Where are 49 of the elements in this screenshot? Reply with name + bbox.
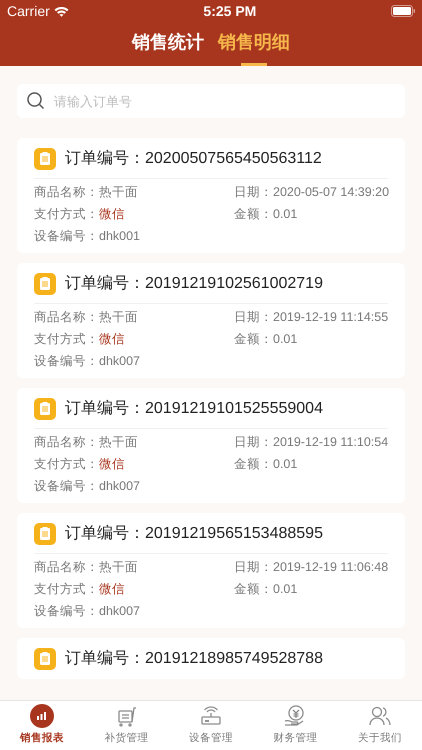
- status-time: 5:25 PM: [203, 2, 256, 20]
- order-number: 订单编号：20200507565450563112: [65, 148, 322, 169]
- order-field: 设备编号：dhk007: [34, 602, 234, 620]
- order-field: 日期：2019-12-19 11:10:54: [234, 433, 388, 451]
- order-number: 订单编号：20191219102561002719: [65, 274, 323, 294]
- search-icon: [27, 92, 45, 110]
- order-number: 订单编号：20191219101525559004: [65, 398, 323, 419]
- wifi-icon: [54, 6, 69, 16]
- order-field: 设备编号：dhk001: [34, 227, 234, 245]
- order-card[interactable]: 订单编号：20191218985749528788: [17, 638, 405, 679]
- tab-bar-item[interactable]: 设备管理: [168, 701, 254, 750]
- order-card[interactable]: 订单编号：20191219101525559004 商品名称：热干面 日期：2019-12-19 11:10:54 支付方式：微信 金额：0.01 设备编号：dhk007: [17, 388, 405, 503]
- order-field: 金额：0.01: [234, 580, 388, 598]
- order-field: 商品名称：热干面: [34, 558, 234, 576]
- order-field: 金额：0.01: [234, 455, 388, 473]
- order-field: 日期：2019-12-19 11:14:55: [234, 308, 388, 326]
- clipboard-icon: [34, 523, 56, 545]
- tab-bar-item[interactable]: 财务管理: [253, 701, 338, 750]
- order-field: 商品名称：热干面: [34, 308, 234, 326]
- order-field: 支付方式：微信: [34, 205, 234, 223]
- search-field[interactable]: 请输入订单号: [17, 84, 405, 118]
- order-field: 支付方式：微信: [34, 330, 234, 348]
- clipboard-icon: [34, 273, 56, 295]
- order-card[interactable]: 订单编号：20200507565450563112 商品名称：热干面 日期：2020-05-07 14:39:20 支付方式：微信 金额：0.01 设备编号：dhk001: [17, 138, 405, 253]
- segment-tab[interactable]: 销售统计: [132, 28, 204, 66]
- order-field: 日期：2019-12-19 11:06:48: [234, 558, 388, 576]
- order-field: 商品名称：热干面: [34, 183, 234, 201]
- order-field: 支付方式：微信: [34, 580, 234, 598]
- tab-bar-item[interactable]: 关于我们: [338, 701, 422, 750]
- order-card[interactable]: 订单编号：20191219565153488595 商品名称：热干面 日期：2019-12-19 11:06:48 支付方式：微信 金额：0.01 设备编号：dhk007: [17, 513, 405, 628]
- order-number: 订单编号：20191219565153488595: [65, 524, 323, 544]
- order-field: 支付方式：微信: [34, 455, 234, 473]
- segment-tab[interactable]: 销售明细: [218, 28, 290, 66]
- order-field: 商品名称：热干面: [34, 433, 234, 451]
- order-card[interactable]: 订单编号：20191219102561002719 商品名称：热干面 日期：2019-12-19 11:14:55 支付方式：微信 金额：0.01 设备编号：dhk007: [17, 263, 405, 378]
- clipboard-icon: [34, 648, 56, 670]
- order-field: 设备编号：dhk007: [34, 352, 234, 370]
- chart-icon: [30, 704, 54, 728]
- order-field: 金额：0.01: [234, 205, 390, 223]
- carrier-label: Carrier: [7, 2, 50, 20]
- tab-bar-item[interactable]: 销售报表: [0, 701, 84, 750]
- order-field: 日期：2020-05-07 14:39:20: [234, 183, 390, 201]
- order-field: 金额：0.01: [234, 330, 388, 348]
- order-number: 订单编号：20191218985749528788: [65, 648, 323, 669]
- clipboard-icon: [34, 148, 56, 170]
- order-field: 设备编号：dhk007: [34, 477, 234, 495]
- clipboard-icon: [34, 398, 56, 420]
- tab-bar-item[interactable]: 补货管理: [84, 701, 169, 750]
- battery-icon: [390, 5, 415, 17]
